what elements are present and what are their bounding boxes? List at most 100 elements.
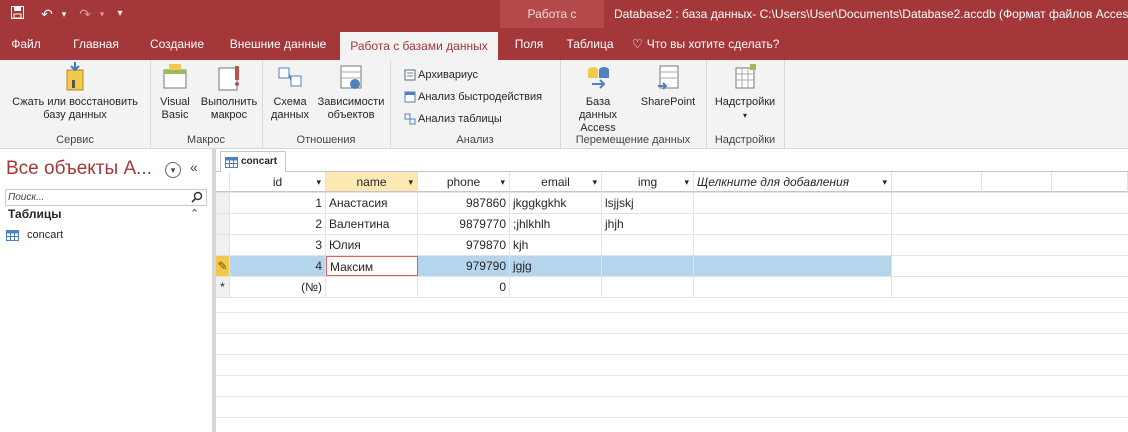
cell-email[interactable]: jgjg xyxy=(510,256,602,276)
cell-email[interactable]: jkggkgkhk xyxy=(510,193,602,213)
run-macro-button[interactable]: Выполнить макрос xyxy=(198,62,260,122)
chevron-down-icon[interactable]: ▾ xyxy=(316,172,321,191)
cell-phone[interactable]: 979870 xyxy=(418,235,510,255)
group-service-label: Сервис xyxy=(56,134,94,146)
cell-id-new[interactable]: (№) xyxy=(230,277,326,297)
nav-item-concart[interactable]: concart xyxy=(6,229,63,245)
tab-fields[interactable]: Поля xyxy=(508,28,550,60)
select-all-corner[interactable] xyxy=(216,172,230,192)
table-row-selected[interactable]: ✎ 4 Максим 979790 jgjg xyxy=(216,256,1128,277)
row-selector[interactable] xyxy=(216,193,230,213)
table-icon xyxy=(225,157,238,168)
group-move-data: База данных Access SharePoint Перемещени… xyxy=(560,60,707,148)
divider xyxy=(216,396,1128,397)
column-header-phone[interactable]: phone ▾ xyxy=(418,172,510,192)
schema-button[interactable]: Схема данных xyxy=(266,62,314,122)
table-row[interactable]: 1 Анастасия 987860 jkggkgkhk lsjjskj xyxy=(216,193,1128,214)
run-macro-label-2: макрос xyxy=(210,109,248,121)
cell-phone[interactable]: 9879770 xyxy=(418,214,510,234)
cell-img[interactable] xyxy=(602,235,694,255)
column-header-add[interactable]: Щелкните для добавления ▾ xyxy=(694,172,892,192)
visual-basic-icon xyxy=(163,64,187,89)
cell-email-new[interactable] xyxy=(510,277,602,297)
undo-icon[interactable]: ↶ xyxy=(36,0,58,28)
archiver-button[interactable]: Архивариус xyxy=(404,66,478,84)
column-header-name[interactable]: name ▾ xyxy=(326,172,418,192)
customize-icon[interactable]: ▾ xyxy=(112,0,128,28)
context-title: Работа с таблицами xyxy=(500,0,604,49)
chevron-down-icon[interactable]: ▾ xyxy=(882,172,887,191)
group-analysis: Архивариус Анализ быстродействия Анализ … xyxy=(390,60,561,148)
tab-table[interactable]: Таблица xyxy=(564,28,616,60)
nav-search-input[interactable]: Поиск... xyxy=(5,189,207,206)
sharepoint-button[interactable]: SharePoint xyxy=(634,62,702,109)
cell-add-new[interactable] xyxy=(694,277,892,297)
tab-database-tools[interactable]: Работа с базами данных xyxy=(340,32,498,60)
divider xyxy=(216,354,1128,355)
search-icon[interactable] xyxy=(191,191,203,203)
chevron-down-icon[interactable]: ▾ xyxy=(684,172,689,191)
group-analysis-label: Анализ xyxy=(456,134,494,146)
chevron-down-icon[interactable]: ▾ xyxy=(592,172,597,191)
empty-header-cell xyxy=(1052,172,1128,192)
chevron-down-icon[interactable]: ▾ xyxy=(408,172,413,191)
collapse-section-icon[interactable]: ⌃ xyxy=(190,207,199,220)
column-header-id[interactable]: id ▾ xyxy=(230,172,326,192)
deps-label-2: объектов xyxy=(327,109,375,121)
cell-phone[interactable]: 979790 xyxy=(418,256,510,276)
row-selector[interactable] xyxy=(216,214,230,234)
vb-label: Visual xyxy=(160,96,190,108)
tab-file[interactable]: Файл xyxy=(6,28,46,60)
collapse-nav-icon[interactable]: « xyxy=(190,159,198,175)
cell-id[interactable]: 2 xyxy=(230,214,326,234)
tell-me-search[interactable]: ♡ Что вы хотите сделать? xyxy=(632,28,790,60)
cell-img[interactable] xyxy=(602,256,694,276)
addins-button[interactable]: Надстройки ▾ xyxy=(708,62,782,122)
nav-title[interactable]: Все объекты А... xyxy=(6,158,152,180)
cell-phone[interactable]: 987860 xyxy=(418,193,510,213)
cell-name-new[interactable] xyxy=(326,277,418,297)
cell-add[interactable] xyxy=(694,235,892,255)
cell-email[interactable]: ;jhlkhlh xyxy=(510,214,602,234)
table-row[interactable]: 2 Валентина 9879770 ;jhlkhlh jhjh xyxy=(216,214,1128,235)
nav-menu-icon[interactable]: ▾ xyxy=(165,162,181,178)
tab-home[interactable]: Главная xyxy=(66,28,126,60)
col-name-label: name xyxy=(356,175,387,189)
dependencies-button[interactable]: Зависимости объектов xyxy=(314,62,388,122)
cell-name[interactable]: Анастасия xyxy=(326,193,418,213)
new-record-row[interactable]: * (№) 0 xyxy=(216,277,1128,298)
cell-id[interactable]: 4 xyxy=(230,256,326,276)
col-id-label: id xyxy=(272,175,283,189)
cell-name-editing[interactable]: Максим xyxy=(326,256,418,276)
undo-dropdown-icon[interactable]: ▾ xyxy=(58,0,70,28)
cell-add[interactable] xyxy=(694,193,892,213)
cell-img-new[interactable] xyxy=(602,277,694,297)
tab-concart[interactable]: concart xyxy=(220,151,286,172)
cell-add[interactable] xyxy=(694,256,892,276)
tab-external-data[interactable]: Внешние данные xyxy=(226,28,330,60)
nav-section-tables[interactable]: Таблицы xyxy=(8,207,61,221)
cell-add[interactable] xyxy=(694,214,892,234)
cell-name[interactable]: Валентина xyxy=(326,214,418,234)
cell-email[interactable]: kjh xyxy=(510,235,602,255)
cell-id[interactable]: 1 xyxy=(230,193,326,213)
archiver-label: Архивариус xyxy=(418,69,478,81)
cell-id[interactable]: 3 xyxy=(230,235,326,255)
access-database-button[interactable]: База данных Access xyxy=(566,62,630,135)
column-header-email[interactable]: email ▾ xyxy=(510,172,602,192)
row-selector[interactable] xyxy=(216,235,230,255)
cell-phone-new[interactable]: 0 xyxy=(418,277,510,297)
chevron-down-icon[interactable]: ▾ xyxy=(500,172,505,191)
tab-create[interactable]: Создание xyxy=(144,28,210,60)
column-header-img[interactable]: img ▾ xyxy=(602,172,694,192)
save-icon[interactable] xyxy=(6,0,28,28)
table-row[interactable]: 3 Юлия 979870 kjh xyxy=(216,235,1128,256)
cell-img[interactable]: lsjjskj xyxy=(602,193,694,213)
cell-img[interactable]: jhjh xyxy=(602,214,694,234)
visual-basic-button[interactable]: Visual Basic xyxy=(154,62,196,122)
performance-button[interactable]: Анализ быстродействия xyxy=(404,88,542,106)
cell-name[interactable]: Юлия xyxy=(326,235,418,255)
compact-repair-button[interactable]: Сжать или восстановить базу данных xyxy=(0,62,150,122)
table-analysis-icon xyxy=(404,113,416,125)
table-analysis-button[interactable]: Анализ таблицы xyxy=(404,110,502,128)
